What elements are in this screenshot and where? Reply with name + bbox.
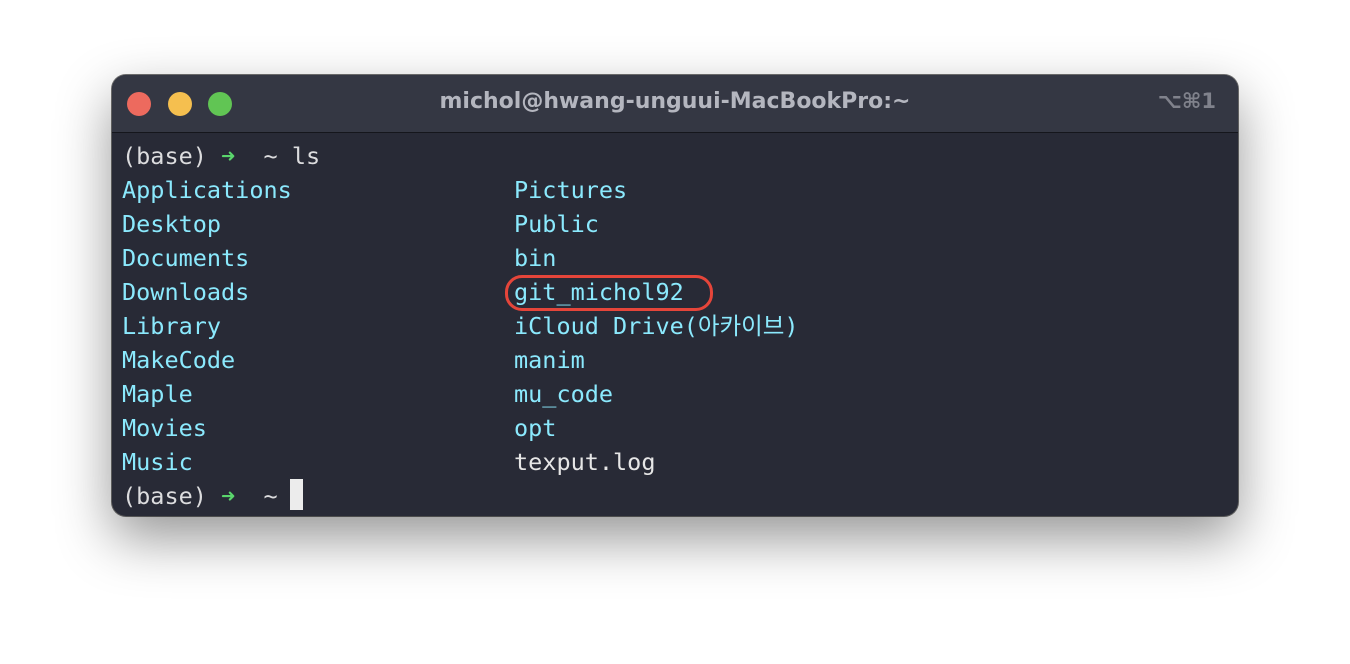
prompt-line-current: (base) ➜ ~ (122, 479, 278, 513)
ls-entry-desktop: Desktop (122, 210, 222, 238)
window-shortcut-label: ⌥⌘1 (1157, 89, 1216, 113)
ls-entry-mu-code: mu_code (514, 380, 614, 408)
ls-entry-manim: manim (514, 346, 585, 374)
highlight-annotation-ring (505, 275, 713, 311)
ls-entry-maple: Maple (122, 380, 193, 408)
ls-entry-pictures: Pictures (514, 176, 628, 204)
prompt-env: (base) (122, 142, 207, 170)
ls-entry-movies: Movies (122, 414, 207, 442)
ls-entry-music: Music (122, 448, 193, 476)
ls-entry-opt: opt (514, 414, 557, 442)
prompt-directory: ~ (263, 142, 278, 170)
ls-entry-documents: Documents (122, 244, 250, 272)
ls-entry-public: Public (514, 210, 599, 238)
terminal-output[interactable]: (base) ➜ ~ ls Applications Desktop Docum… (112, 133, 1238, 516)
ls-entry-library: Library (122, 312, 222, 340)
ls-entry-bin: bin (514, 244, 557, 272)
prompt-arrow-icon: ➜ (221, 142, 236, 170)
ls-entry-downloads: Downloads (122, 278, 250, 306)
ls-entry-icloud-drive: iCloud Drive(아카이브) (514, 312, 799, 340)
title-bar[interactable]: michol@hwang-unguui-MacBookPro:~ ⌥⌘1 (112, 75, 1238, 133)
ls-entry-applications: Applications (122, 176, 292, 204)
command-text: ls (291, 142, 321, 170)
prompt-arrow-icon-current: ➜ (221, 482, 236, 510)
window-title: michol@hwang-unguui-MacBookPro:~ (439, 89, 911, 114)
prompt-directory-current: ~ (263, 482, 278, 510)
ls-entry-makecode: MakeCode (122, 346, 236, 374)
text-cursor (290, 479, 303, 510)
prompt-env-current: (base) (122, 482, 207, 510)
terminal-window: michol@hwang-unguui-MacBookPro:~ ⌥⌘1 (ba… (112, 75, 1238, 516)
ls-entry-texput-log: texput.log (514, 448, 656, 476)
prompt-line-ls: (base) ➜ ~ ls (122, 139, 320, 173)
